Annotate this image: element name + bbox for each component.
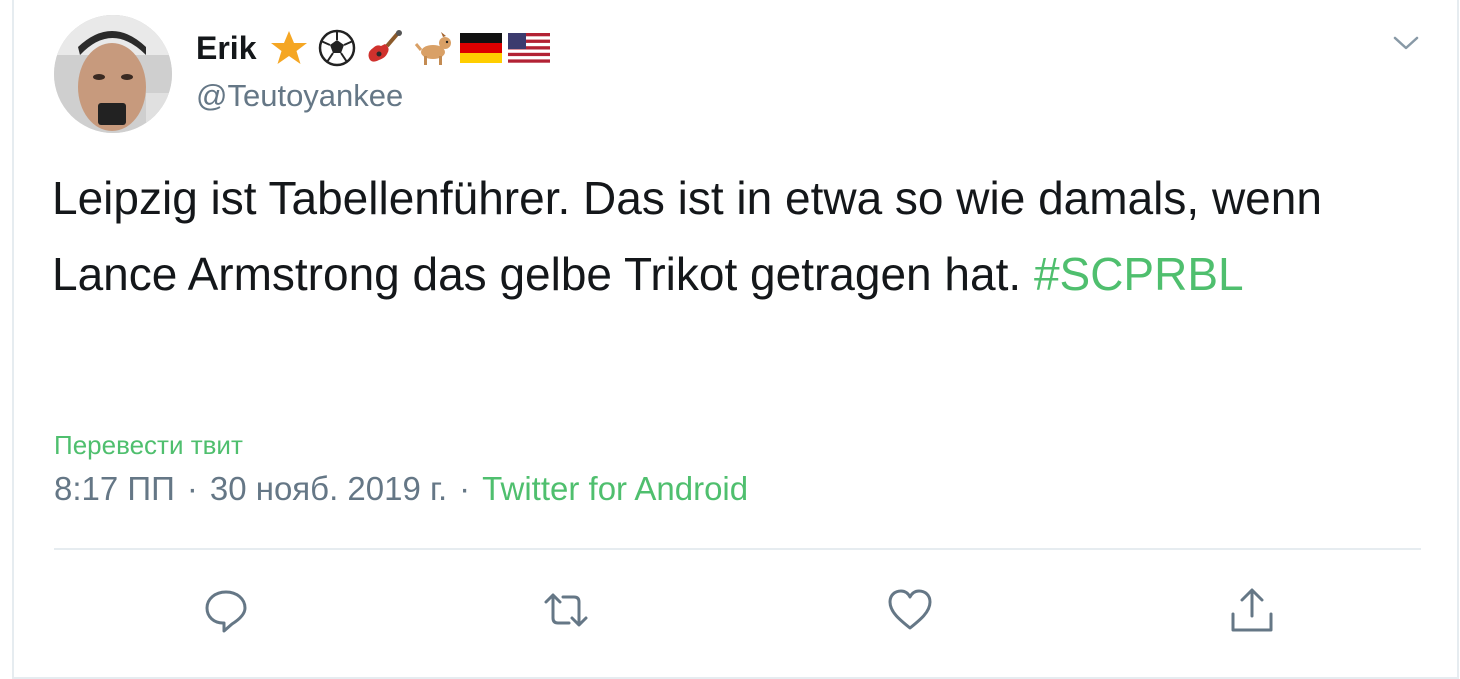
- share-button[interactable]: [1222, 580, 1282, 640]
- translate-tweet-link[interactable]: Перевести твит: [54, 430, 243, 461]
- usa-flag-emoji-icon: [506, 25, 552, 71]
- badges: [266, 25, 552, 71]
- retweet-icon: [544, 593, 588, 627]
- reply-icon: [205, 590, 247, 633]
- chevron-down-icon[interactable]: [1389, 26, 1423, 60]
- guitar-emoji-icon: [362, 25, 408, 71]
- name-row: Erik: [196, 24, 552, 72]
- tweet-text: Leipzig ist Tabellenführer. Das ist in e…: [52, 160, 1392, 312]
- reply-button[interactable]: [196, 580, 256, 640]
- display-name[interactable]: Erik: [196, 30, 256, 67]
- share-icon: [1231, 588, 1273, 632]
- avatar[interactable]: [54, 15, 172, 133]
- user-handle[interactable]: @Teutoyankee: [196, 78, 403, 114]
- hashtag-link[interactable]: #SCPRBL: [1034, 248, 1244, 300]
- germany-flag-emoji-icon: [458, 25, 504, 71]
- dog-emoji-icon: [410, 25, 456, 71]
- divider: [54, 548, 1421, 550]
- tweet-actions: [14, 580, 1457, 642]
- tweet-meta: 8:17 ПП · 30 нояб. 2019 г. · Twitter for…: [54, 470, 748, 508]
- tweet-time[interactable]: 8:17 ПП: [54, 470, 175, 508]
- like-icon: [888, 589, 932, 630]
- soccer-ball-emoji-icon: [314, 25, 360, 71]
- star-emoji-icon: [266, 25, 312, 71]
- like-button[interactable]: [880, 580, 940, 640]
- tweet-card: Erik @Teutoyankee Leipzig ist Tabellenfü…: [12, 0, 1459, 679]
- meta-separator: ·: [186, 470, 198, 507]
- tweet-date[interactable]: 30 нояб. 2019 г.: [210, 470, 447, 508]
- retweet-button[interactable]: [536, 580, 596, 640]
- meta-separator: ·: [459, 470, 471, 507]
- tweet-source-link[interactable]: Twitter for Android: [482, 470, 748, 508]
